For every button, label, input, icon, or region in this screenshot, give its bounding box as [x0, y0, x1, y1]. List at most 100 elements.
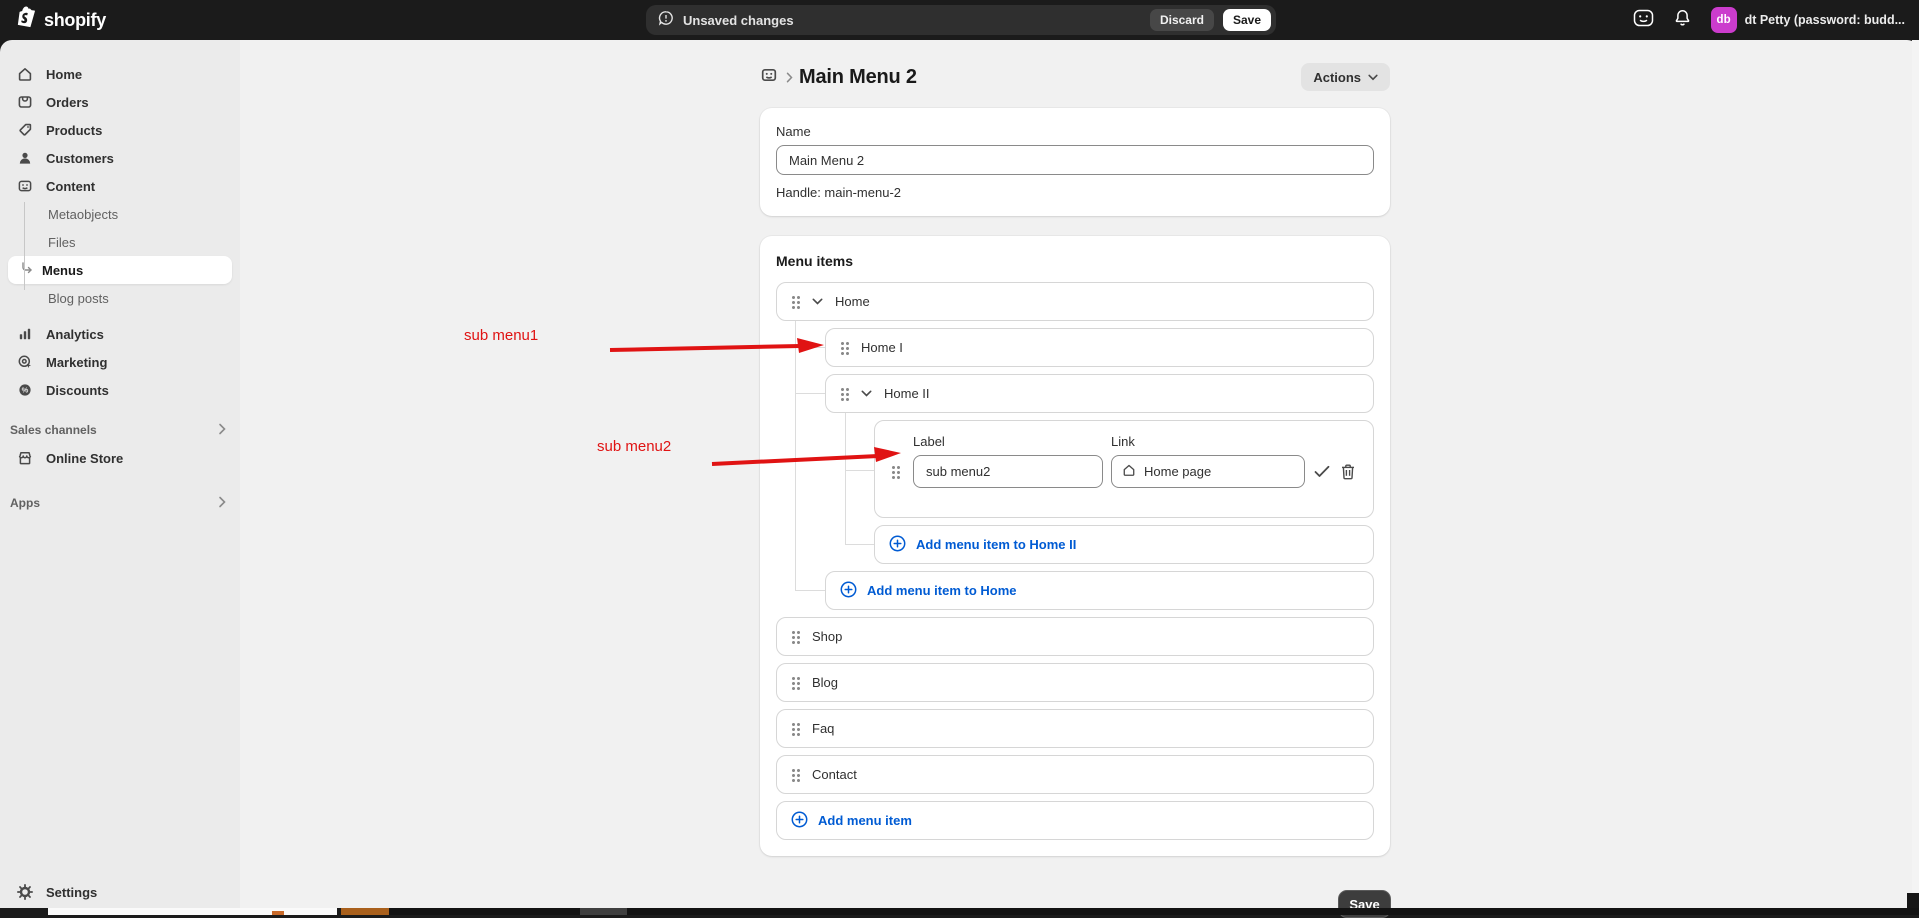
orders-icon	[16, 94, 33, 110]
add-button-label: Add menu item to Home II	[916, 537, 1076, 552]
menu-row-faq[interactable]: Faq	[776, 709, 1374, 748]
delete-trash-icon[interactable]	[1339, 464, 1357, 480]
page-scrollbar[interactable]	[1912, 40, 1919, 908]
add-menu-item-to-home-button[interactable]: Add menu item to Home	[825, 571, 1374, 610]
sidebar-item-discounts[interactable]: % Discounts	[8, 376, 232, 404]
menu-row-label: Contact	[812, 767, 857, 782]
sidebar-label: Content	[46, 179, 95, 194]
sidebar-item-settings[interactable]: Settings	[8, 878, 232, 906]
sidebar-label: Orders	[46, 95, 89, 110]
menu-row-label: Home I	[861, 340, 903, 355]
drag-handle-icon[interactable]	[791, 768, 800, 782]
plus-circle-icon	[889, 535, 906, 555]
section-label: Apps	[10, 496, 40, 510]
avatar: db	[1711, 7, 1737, 33]
analytics-icon	[16, 326, 33, 342]
sidebar-section-apps[interactable]: Apps	[8, 489, 232, 517]
add-menu-item-to-home-ii-button[interactable]: Add menu item to Home II	[874, 525, 1374, 564]
discounts-icon: %	[16, 382, 33, 398]
bottom-edge-strip	[627, 908, 1919, 915]
sidebar-label: Products	[46, 123, 102, 138]
sidebar-item-blog-posts[interactable]: Blog posts	[8, 284, 232, 312]
account-menu[interactable]: db dt Petty (password: budd...	[1711, 7, 1905, 33]
sidebar-item-analytics[interactable]: Analytics	[8, 320, 232, 348]
sidebar-label: Online Store	[46, 451, 123, 466]
discard-button[interactable]: Discard	[1150, 9, 1214, 31]
chevron-right-icon	[218, 423, 226, 438]
drag-handle-icon[interactable]	[791, 676, 800, 690]
menu-row-home[interactable]: Home	[776, 282, 1374, 321]
menu-items-heading: Menu items	[776, 252, 1374, 270]
content-icon	[16, 178, 33, 194]
link-field-caption: Link	[1111, 434, 1305, 449]
sidebar-item-content[interactable]: Content	[8, 172, 232, 200]
sidekick-icon[interactable]	[1633, 9, 1654, 32]
drag-handle-icon[interactable]	[791, 630, 800, 644]
sidebar-label: Settings	[46, 885, 97, 900]
chevron-right-icon	[218, 496, 226, 511]
menu-row-label: Shop	[812, 629, 842, 644]
save-button-top[interactable]: Save	[1223, 9, 1271, 31]
menu-item-edit-panel: Label Link Home page	[874, 420, 1374, 518]
bottom-edge-strip	[389, 908, 580, 915]
menu-row-blog[interactable]: Blog	[776, 663, 1374, 702]
chevron-down-icon[interactable]	[812, 298, 823, 305]
add-menu-item-button[interactable]: Add menu item	[776, 801, 1374, 840]
add-button-label: Add menu item	[818, 813, 912, 828]
menu-row-home-ii[interactable]: Home II	[825, 374, 1374, 413]
sidebar-label: Analytics	[46, 327, 104, 342]
menu-row-shop[interactable]: Shop	[776, 617, 1374, 656]
sidebar-section-sales-channels[interactable]: Sales channels	[8, 416, 232, 444]
menu-item-label-input[interactable]	[913, 455, 1103, 488]
menu-name-input[interactable]	[776, 145, 1374, 175]
section-label: Sales channels	[10, 423, 97, 437]
menu-item-link-input[interactable]: Home page	[1111, 455, 1305, 488]
sidebar-label: Customers	[46, 151, 114, 166]
bottom-edge-strip	[580, 908, 627, 915]
content-tree-line	[24, 202, 25, 290]
marketing-icon	[16, 354, 33, 370]
menu-row-contact[interactable]: Contact	[776, 755, 1374, 794]
drag-handle-icon[interactable]	[840, 341, 849, 355]
sidebar-item-marketing[interactable]: Marketing	[8, 348, 232, 376]
sidebar-label: Metaobjects	[48, 207, 118, 222]
account-name: dt Petty (password: budd...	[1745, 13, 1905, 27]
branch-arrow-icon	[20, 262, 34, 279]
actions-label: Actions	[1313, 70, 1361, 85]
sidebar: Home Orders Products Customers	[0, 40, 240, 915]
sidebar-item-products[interactable]: Products	[8, 116, 232, 144]
page-title: Main Menu 2	[799, 66, 917, 89]
drag-handle-icon[interactable]	[891, 465, 900, 479]
menu-row-label: Blog	[812, 675, 838, 690]
sidebar-item-files[interactable]: Files	[8, 228, 232, 256]
name-field-caption: Name	[776, 124, 1374, 139]
chevron-down-icon[interactable]	[861, 390, 872, 397]
add-button-label: Add menu item to Home	[867, 583, 1017, 598]
menu-row-home-i[interactable]: Home I	[825, 328, 1374, 367]
drag-handle-icon[interactable]	[791, 295, 800, 309]
sidebar-item-orders[interactable]: Orders	[8, 88, 232, 116]
sidebar-item-metaobjects[interactable]: Metaobjects	[8, 200, 232, 228]
drag-handle-icon[interactable]	[791, 722, 800, 736]
sidebar-label: Discounts	[46, 383, 109, 398]
sidebar-item-online-store[interactable]: Online Store	[8, 444, 232, 472]
sidebar-item-menus[interactable]: Menus	[8, 256, 232, 284]
bottom-edge-strip	[341, 908, 389, 915]
shopify-logo[interactable]: shopify	[16, 0, 106, 40]
bottom-edge-strip	[272, 911, 284, 915]
main-content: Main Menu 2 Actions Name Handle: main-me…	[240, 40, 1919, 915]
notifications-bell-icon[interactable]	[1674, 9, 1691, 32]
confirm-check-icon[interactable]	[1313, 465, 1331, 478]
plus-circle-icon	[791, 811, 808, 831]
sidebar-item-customers[interactable]: Customers	[8, 144, 232, 172]
drag-handle-icon[interactable]	[840, 387, 849, 401]
gear-icon	[16, 884, 33, 900]
page-header: Main Menu 2 Actions	[760, 54, 1390, 100]
breadcrumb-content-icon	[760, 66, 778, 89]
sidebar-item-home[interactable]: Home	[8, 60, 232, 88]
actions-button[interactable]: Actions	[1301, 63, 1390, 91]
logo-wordmark: shopify	[44, 10, 106, 31]
menu-items-card: Menu items Home Home I	[760, 236, 1390, 856]
storefront-icon	[16, 450, 33, 466]
label-field-caption: Label	[913, 434, 1103, 449]
